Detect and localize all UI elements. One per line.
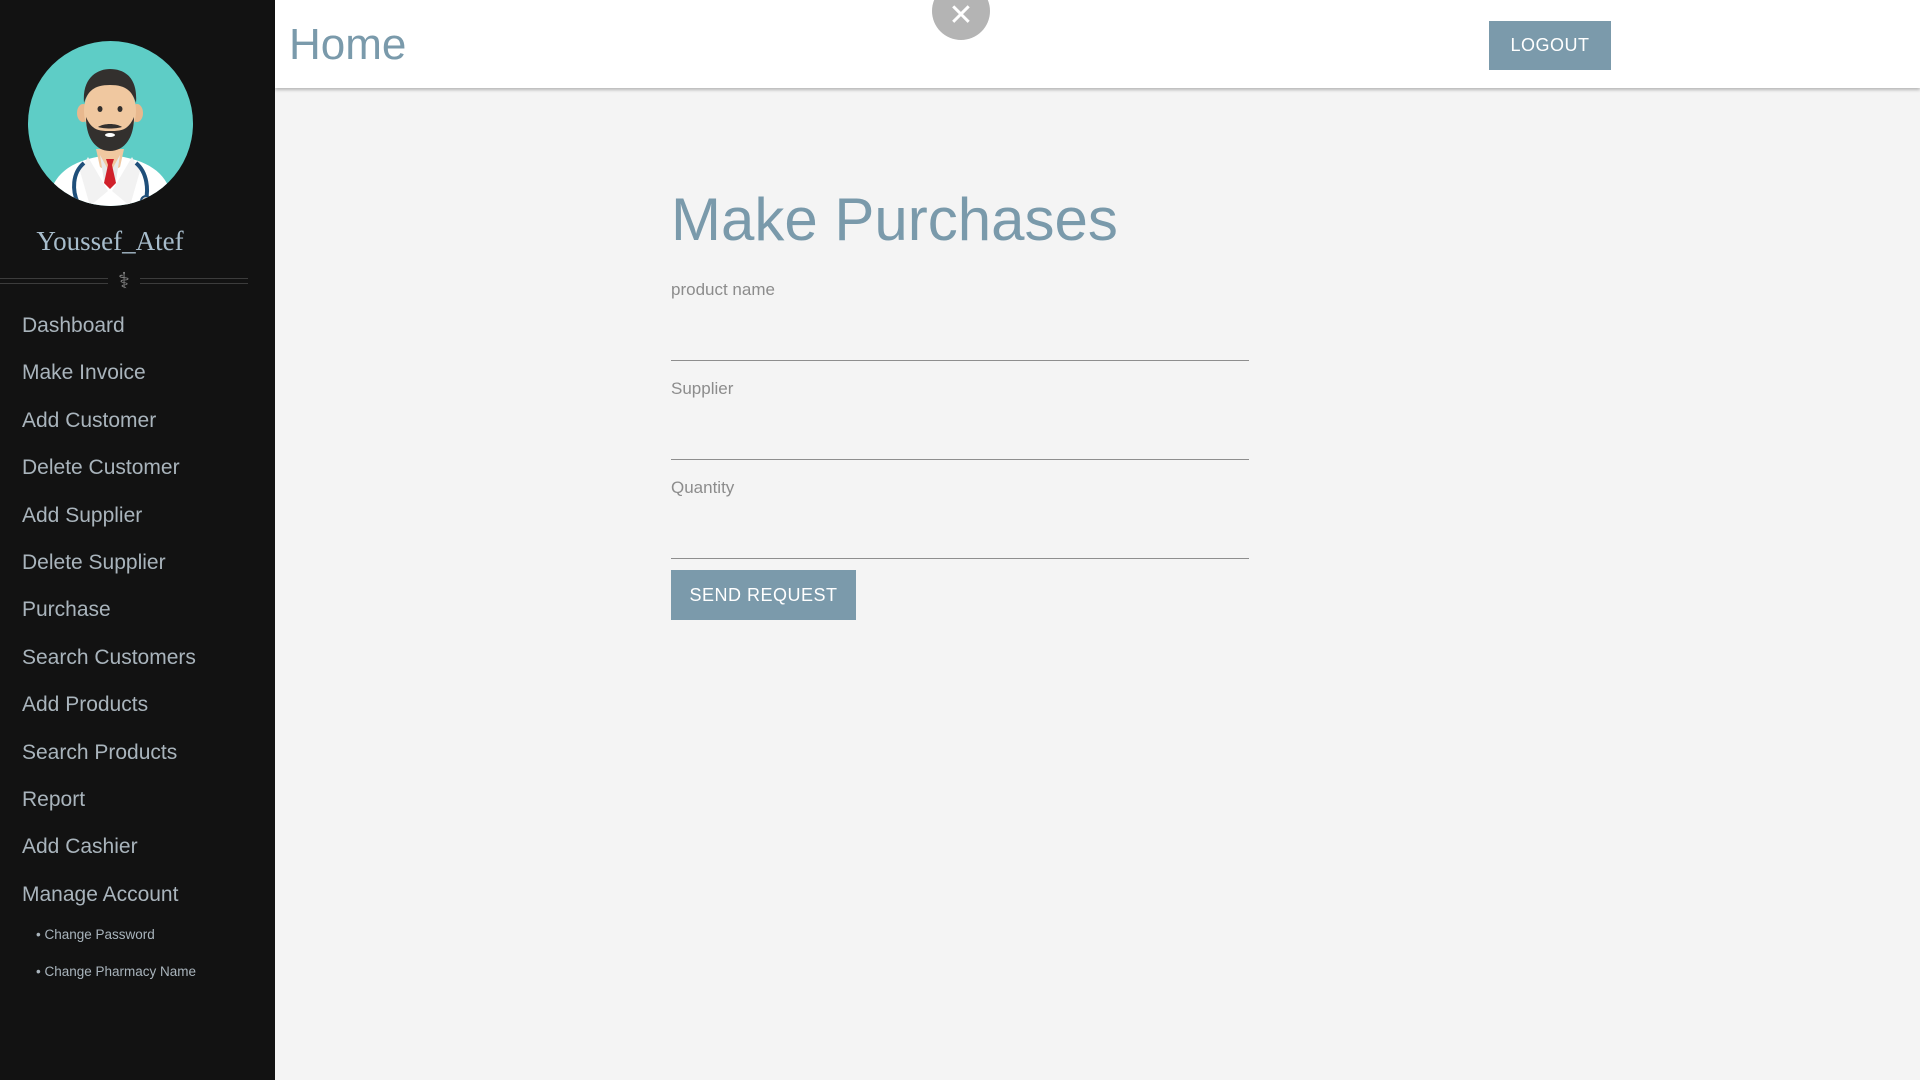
supplier-input[interactable]	[671, 405, 1249, 460]
sidebar-item-report[interactable]: Report	[0, 781, 275, 828]
page-title: Home	[289, 20, 407, 69]
logout-button[interactable]: LOGOUT	[1489, 21, 1611, 70]
quantity-label: Quantity	[671, 478, 735, 497]
sidebar-subitem-change-password[interactable]: • Change Password	[0, 923, 275, 960]
sidebar-item-add-products[interactable]: Add Products	[0, 686, 275, 733]
sidebar: Youssef_Atef ⚕ Dashboard Make Invoice Ad…	[0, 0, 275, 1080]
purchase-form: Make Purchases product name Supplier Qua…	[671, 180, 1249, 620]
product-name-input[interactable]	[671, 306, 1249, 361]
close-icon[interactable]: ✕	[932, 0, 990, 40]
sidebar-item-add-cashier[interactable]: Add Cashier	[0, 828, 275, 875]
send-request-button[interactable]: SEND REQUEST	[671, 570, 856, 620]
product-name-label: product name	[671, 280, 775, 299]
sidebar-item-manage-account[interactable]: Manage Account	[0, 876, 275, 923]
sidebar-item-search-products[interactable]: Search Products	[0, 734, 275, 781]
supplier-field-group: Supplier	[671, 379, 1249, 478]
divider-line-left	[0, 278, 108, 284]
sidebar-item-add-customer[interactable]: Add Customer	[0, 402, 275, 449]
sidebar-divider: ⚕	[0, 268, 248, 294]
sidebar-item-delete-supplier[interactable]: Delete Supplier	[0, 544, 275, 591]
product-name-field-group: product name	[671, 280, 1249, 379]
sidebar-subitem-change-pharmacy-name[interactable]: • Change Pharmacy Name	[0, 960, 275, 997]
form-title: Make Purchases	[671, 186, 1118, 253]
sidebar-item-search-customers[interactable]: Search Customers	[0, 639, 275, 686]
sidebar-item-make-invoice[interactable]: Make Invoice	[0, 354, 275, 401]
quantity-field-group: Quantity	[671, 478, 1249, 577]
quantity-input[interactable]	[671, 504, 1249, 559]
divider-line-right	[140, 278, 248, 284]
sidebar-item-dashboard[interactable]: Dashboard	[0, 307, 275, 354]
sidebar-item-add-supplier[interactable]: Add Supplier	[0, 497, 275, 544]
doctor-avatar-icon	[28, 41, 193, 206]
supplier-label: Supplier	[671, 379, 734, 398]
sidebar-item-delete-customer[interactable]: Delete Customer	[0, 449, 275, 496]
username: Youssef_Atef	[36, 226, 184, 256]
top-bar: Home ✕ LOGOUT	[275, 0, 1920, 88]
sidebar-nav: Dashboard Make Invoice Add Customer Dele…	[0, 307, 275, 997]
sidebar-item-purchase[interactable]: Purchase	[0, 591, 275, 638]
caduceus-icon: ⚕	[118, 268, 130, 293]
